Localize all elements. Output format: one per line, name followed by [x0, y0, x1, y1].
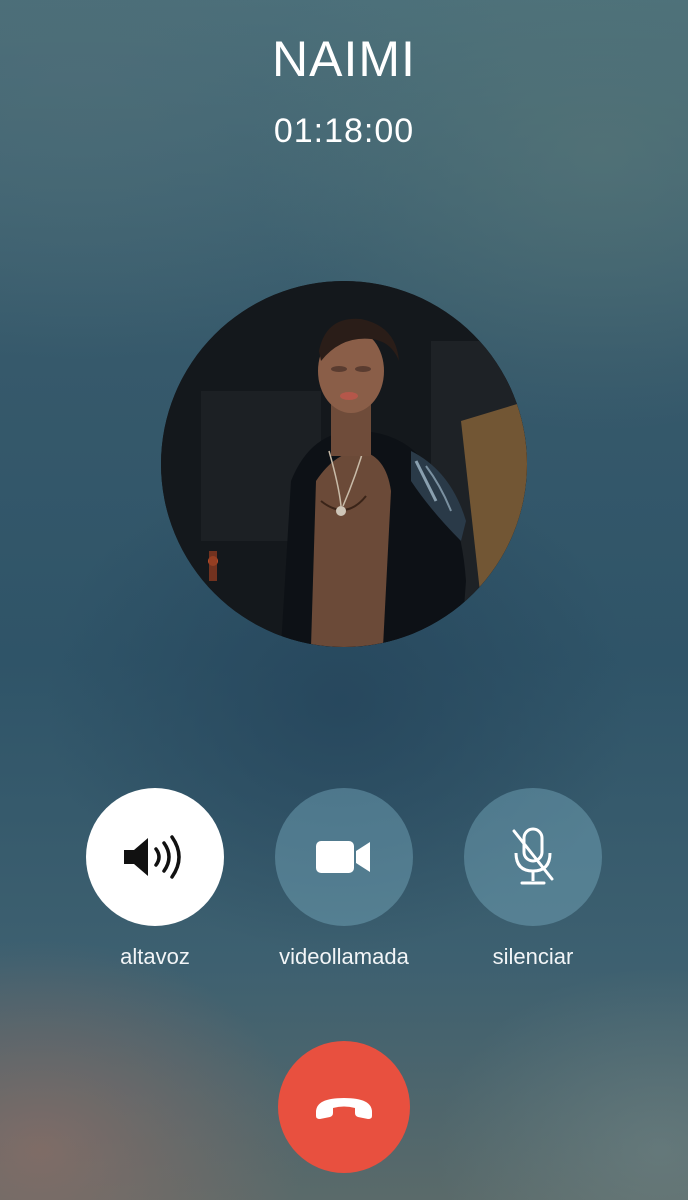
speaker-label: altavoz: [120, 944, 190, 969]
video-call-label: videollamada: [279, 944, 409, 969]
hang-up-phone-icon: [316, 1098, 372, 1119]
hang-up-button[interactable]: [278, 1041, 410, 1173]
call-controls: altavoz videollamada silenciar: [0, 788, 688, 978]
speaker-icon: [124, 835, 181, 879]
video-call-control[interactable]: videollamada: [254, 788, 434, 970]
call-timer: 01:18:00: [273, 112, 415, 150]
mute-control[interactable]: silenciar: [443, 788, 623, 970]
speaker-button[interactable]: [86, 788, 224, 926]
caller-name: NAIMI: [272, 31, 416, 87]
microphone-muted-icon: [512, 827, 554, 885]
video-camera-icon: [316, 841, 370, 873]
mute-label: silenciar: [492, 944, 574, 969]
video-call-button[interactable]: [275, 788, 413, 926]
speaker-control[interactable]: altavoz: [65, 788, 245, 970]
caller-avatar: [161, 281, 527, 647]
avatar-photo: [161, 281, 527, 647]
mute-button[interactable]: [464, 788, 602, 926]
